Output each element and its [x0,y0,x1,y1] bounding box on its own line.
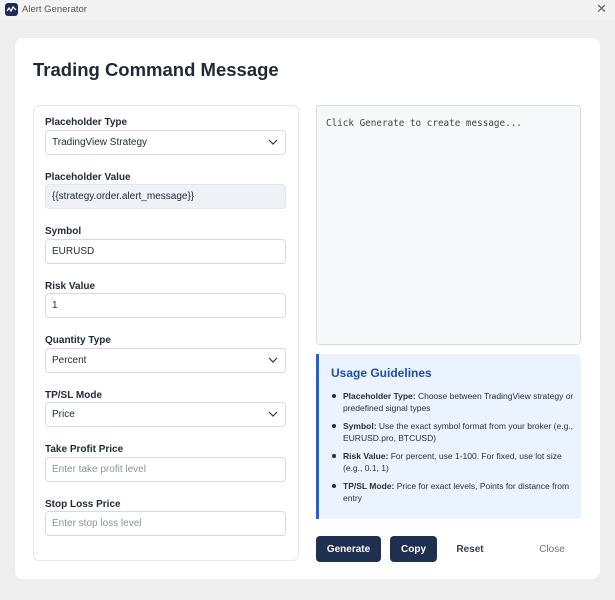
symbol-input[interactable]: EURUSD [45,239,286,264]
tpsl-mode-value: Price [52,409,75,420]
quantity-type-value: Percent [52,355,87,366]
generate-button[interactable]: Generate [316,536,381,562]
usage-guidelines: Usage Guidelines Placeholder Type: Choos… [316,354,581,519]
close-button[interactable]: Close [528,536,576,562]
risk-value-label: Risk Value [45,281,96,292]
risk-value-input[interactable]: 1 [45,293,286,318]
chevron-down-icon [268,357,278,363]
quantity-type-select[interactable]: Percent [45,348,286,373]
reset-button[interactable]: Reset [446,536,494,562]
window-titlebar: Alert Generator ✕ [0,0,615,20]
placeholder-type-label: Placeholder Type [45,117,128,128]
symbol-value: EURUSD [52,246,95,257]
take-profit-placeholder: Enter take profit level [52,464,146,475]
placeholder-value-label: Placeholder Value [45,172,131,183]
message-output-text: Click Generate to create message... [326,118,522,129]
quantity-type-label: Quantity Type [45,335,111,346]
window-close-icon[interactable]: ✕ [596,2,607,16]
guideline-item: Risk Value: For percent, use 1-100. For … [331,450,579,474]
tpsl-mode-select[interactable]: Price [45,402,286,427]
chart-logo-icon [5,3,18,16]
placeholder-type-value: TradingView Strategy [52,137,148,148]
chevron-down-icon [268,411,278,417]
placeholder-value-text: {{strategy.order.alert_message}} [52,191,195,202]
guidelines-title: Usage Guidelines [331,366,432,380]
guideline-item: Placeholder Type: Choose between Trading… [331,390,579,414]
chevron-down-icon [268,139,278,145]
guideline-item: Symbol: Use the exact symbol format from… [331,420,579,444]
copy-button[interactable]: Copy [390,536,437,562]
symbol-label: Symbol [45,226,82,237]
placeholder-type-select[interactable]: TradingView Strategy [45,130,286,155]
placeholder-value-field: {{strategy.order.alert_message}} [45,184,286,209]
stop-loss-placeholder: Enter stop loss level [52,518,142,529]
guideline-item: TP/SL Mode: Price for exact levels, Poin… [331,480,579,504]
message-output[interactable]: Click Generate to create message... [316,105,581,345]
guidelines-list: Placeholder Type: Choose between Trading… [331,390,579,510]
page-title: Trading Command Message [33,59,279,80]
stop-loss-input[interactable]: Enter stop loss level [45,511,286,536]
tpsl-mode-label: TP/SL Mode [45,390,103,401]
take-profit-input[interactable]: Enter take profit level [45,457,286,482]
stop-loss-label: Stop Loss Price [45,499,121,510]
window-title: Alert Generator [22,4,87,15]
take-profit-label: Take Profit Price [45,444,124,455]
risk-value-value: 1 [52,300,58,311]
